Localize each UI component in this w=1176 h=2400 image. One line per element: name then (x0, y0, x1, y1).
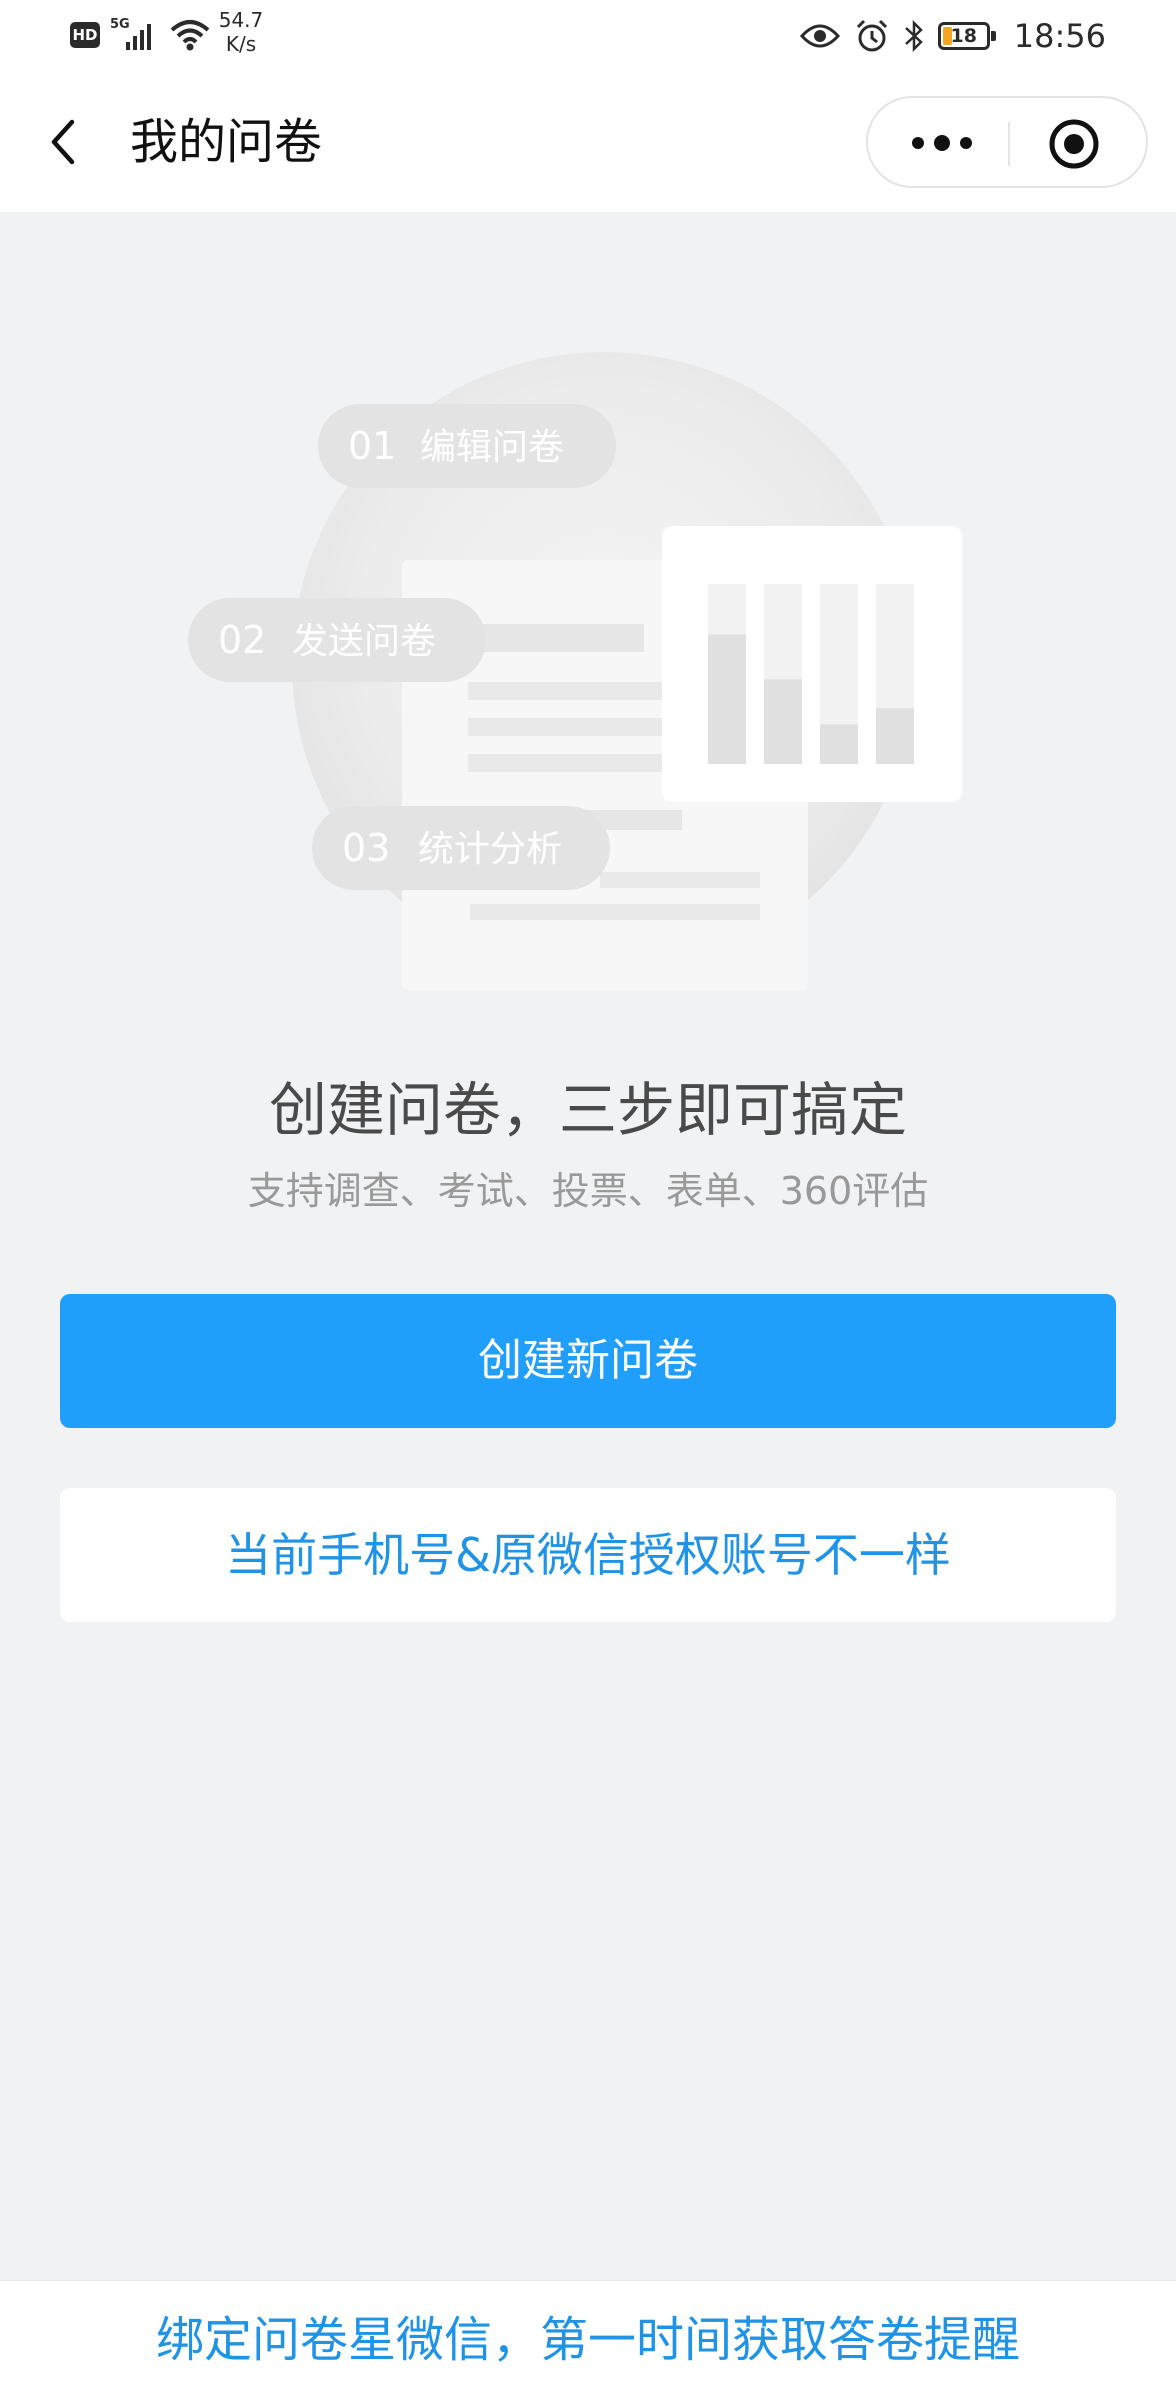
chart-bar (820, 724, 858, 764)
create-survey-button[interactable]: 创建新问卷 (60, 1294, 1116, 1428)
steps-illustration: 01 编辑问卷 02 发送问卷 03 统计分析 (188, 352, 962, 990)
bottom-bar: 绑定问卷星微信，第一时间获取答卷提醒 (0, 2280, 1176, 2400)
hd-icon: HD (70, 22, 100, 48)
capsule-divider (1008, 122, 1010, 166)
step-3-number: 03 (342, 826, 390, 870)
bind-wechat-link[interactable]: 绑定问卷星微信，第一时间获取答卷提醒 (0, 2281, 1176, 2399)
step-1-number: 01 (348, 424, 396, 468)
step-2-number: 02 (218, 618, 266, 662)
speed-value: 54.7 (218, 8, 264, 32)
step-pill-3: 03 统计分析 (312, 806, 610, 890)
wifi-icon (170, 20, 210, 51)
page-title: 我的问卷 (130, 114, 323, 170)
nav-bar: 我的问卷 (0, 72, 1176, 212)
chart-bar (764, 679, 802, 764)
step-1-label: 编辑问卷 (420, 427, 564, 468)
clock: 18:56 (1013, 17, 1106, 55)
bluetooth-icon (904, 19, 923, 53)
speed-unit: K/s (225, 32, 257, 56)
step-pill-1: 01 编辑问卷 (318, 404, 616, 488)
eye-icon (799, 24, 840, 48)
back-icon[interactable] (40, 112, 88, 172)
chart-bar (876, 708, 914, 764)
status-icons-right: 18 18:56 (799, 14, 1106, 58)
headline: 创建问卷，三步即可搞定 (268, 1076, 907, 1144)
chart-bar (708, 634, 746, 764)
alarm-icon (856, 19, 887, 52)
battery-level: 18 (950, 25, 977, 47)
network-speed: 54.7 K/s (218, 8, 264, 56)
subline: 支持调查、考试、投票、表单、360评估 (247, 1169, 929, 1213)
step-pill-2: 02 发送问卷 (188, 598, 486, 682)
more-icon[interactable] (902, 120, 982, 166)
step-2-label: 发送问卷 (292, 621, 436, 662)
close-target-icon[interactable] (1048, 118, 1100, 170)
signal-icon: 5G (110, 17, 151, 50)
mini-program-capsule (866, 96, 1148, 188)
chart-card (662, 526, 962, 802)
account-mismatch-button[interactable]: 当前手机号&原微信授权账号不一样 (60, 1488, 1116, 1622)
network-label: 5G (110, 17, 130, 32)
step-3-label: 统计分析 (418, 829, 562, 870)
status-bar: HD 5G 54.7 K/s 18 18:56 (0, 0, 1176, 72)
battery-icon: 18 (937, 22, 996, 50)
